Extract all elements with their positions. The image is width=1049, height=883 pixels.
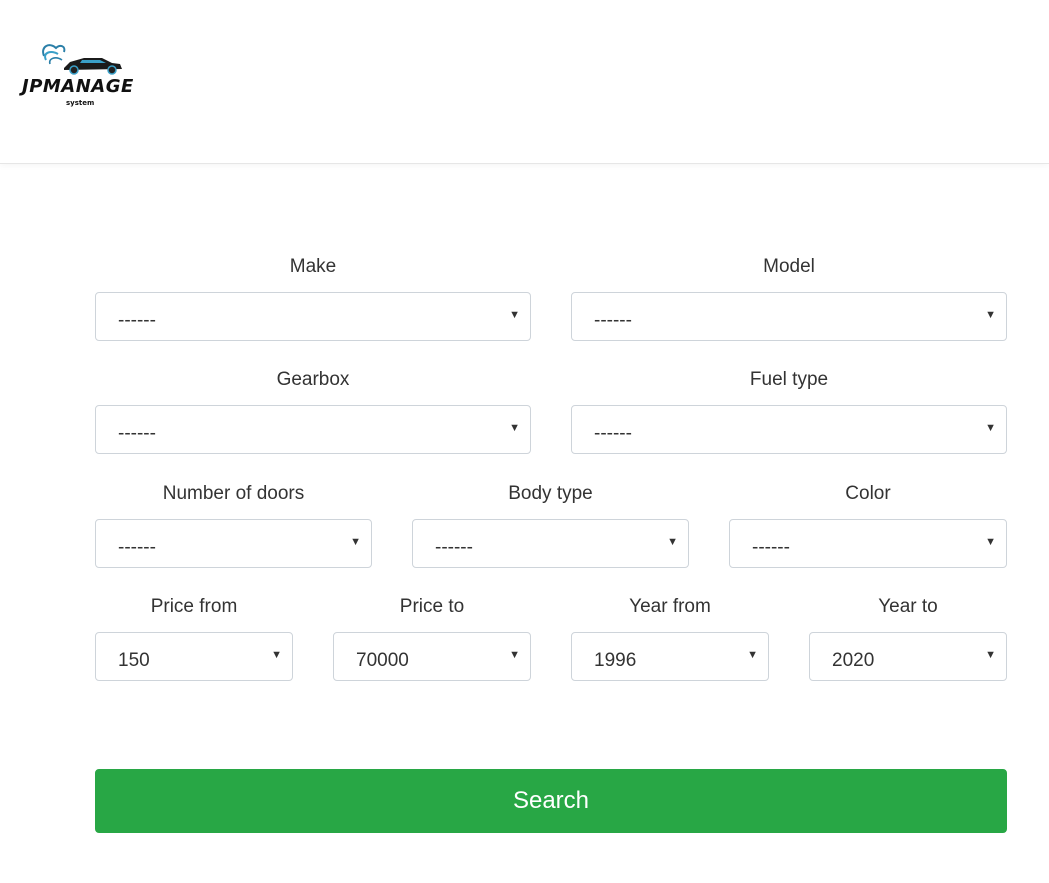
caret-down-icon: ▼	[271, 649, 282, 661]
caret-down-icon: ▼	[350, 536, 361, 548]
car-logo-icon	[42, 44, 122, 75]
year-to-value: 2020	[832, 650, 875, 671]
search-button[interactable]: Search	[95, 769, 1007, 833]
gearbox-select[interactable]: ------ ▼	[95, 405, 531, 454]
model-label: Model	[763, 256, 815, 277]
caret-down-icon: ▼	[667, 536, 678, 548]
caret-down-icon: ▼	[985, 649, 996, 661]
gearbox-label: Gearbox	[276, 369, 350, 390]
brand-title: JPMANAGE	[22, 76, 134, 97]
color-label: Color	[845, 483, 891, 504]
fuel-type-label: Fuel type	[749, 369, 829, 390]
year-to-select[interactable]: 2020 ▼	[809, 632, 1007, 681]
price-from-label: Price from	[150, 596, 238, 617]
year-from-select[interactable]: 1996 ▼	[571, 632, 769, 681]
doors-value: ------	[118, 537, 156, 558]
color-value: ------	[752, 537, 790, 558]
caret-down-icon: ▼	[985, 309, 996, 321]
price-to-select[interactable]: 70000 ▼	[333, 632, 531, 681]
caret-down-icon: ▼	[509, 422, 520, 434]
caret-down-icon: ▼	[509, 649, 520, 661]
make-label: Make	[289, 256, 337, 277]
caret-down-icon: ▼	[985, 536, 996, 548]
price-from-select[interactable]: 150 ▼	[95, 632, 293, 681]
caret-down-icon: ▼	[747, 649, 758, 661]
year-to-label: Year to	[878, 596, 938, 617]
body-type-label: Body type	[508, 483, 593, 504]
brand-logo[interactable]: JPMANAGE system	[22, 42, 152, 114]
fuel-type-select[interactable]: ------ ▼	[571, 405, 1007, 454]
year-from-label: Year from	[629, 596, 711, 617]
doors-select[interactable]: ------ ▼	[95, 519, 372, 568]
color-select[interactable]: ------ ▼	[729, 519, 1007, 568]
price-from-value: 150	[118, 650, 150, 671]
doors-label: Number of doors	[162, 483, 305, 504]
caret-down-icon: ▼	[509, 309, 520, 321]
price-to-value: 70000	[356, 650, 409, 671]
make-value: ------	[118, 310, 156, 331]
body-type-value: ------	[435, 537, 473, 558]
model-value: ------	[594, 310, 632, 331]
brand-subtitle: system	[66, 99, 95, 107]
fuel-type-value: ------	[594, 423, 632, 444]
model-select[interactable]: ------ ▼	[571, 292, 1007, 341]
make-select[interactable]: ------ ▼	[95, 292, 531, 341]
price-to-label: Price to	[399, 596, 465, 617]
gearbox-value: ------	[118, 423, 156, 444]
body-type-select[interactable]: ------ ▼	[412, 519, 689, 568]
site-header: JPMANAGE system	[0, 0, 1049, 164]
caret-down-icon: ▼	[985, 422, 996, 434]
year-from-value: 1996	[594, 650, 637, 671]
